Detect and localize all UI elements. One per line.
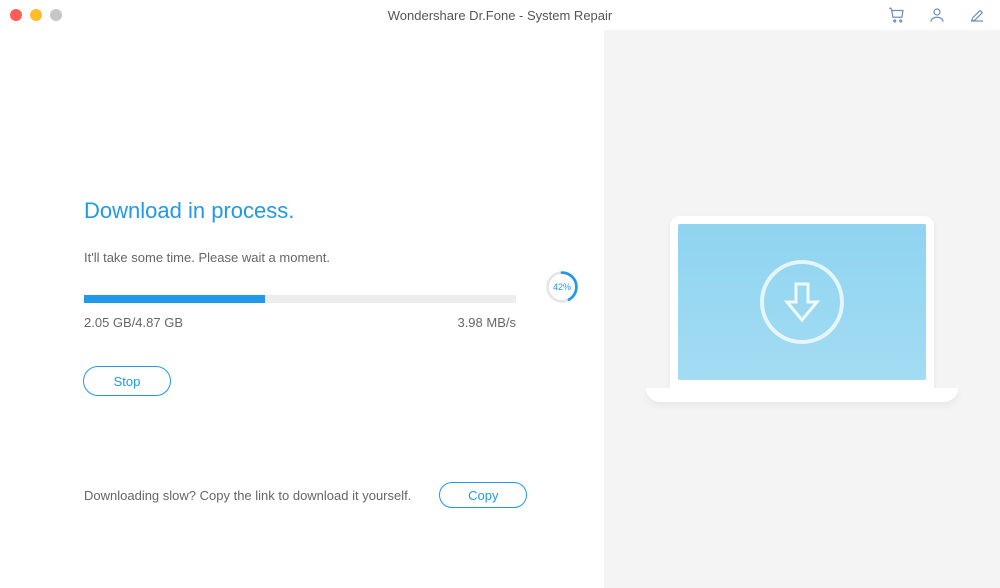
progress-fill	[84, 295, 265, 303]
progress-section: 42% 2.05 GB/4.87 GB 3.98 MB/s	[84, 295, 566, 330]
arrow-down-icon	[782, 280, 822, 324]
laptop-illustration	[646, 216, 958, 402]
progress-bar	[84, 295, 516, 303]
page-heading: Download in process.	[84, 198, 566, 224]
laptop-frame	[670, 216, 934, 388]
progress-size: 2.05 GB/4.87 GB	[84, 315, 183, 330]
page-subtext: It'll take some time. Please wait a mome…	[84, 250, 566, 265]
titlebar: Wondershare Dr.Fone - System Repair	[0, 0, 1000, 30]
stop-button[interactable]: Stop	[83, 366, 171, 396]
progress-info: 2.05 GB/4.87 GB 3.98 MB/s	[84, 315, 516, 330]
progress-percent-label: 42%	[553, 282, 571, 292]
progress-percent-ring: 42%	[544, 269, 580, 305]
footer-row: Downloading slow? Copy the link to downl…	[84, 482, 527, 508]
copy-button[interactable]: Copy	[439, 482, 527, 508]
laptop-screen	[678, 224, 926, 380]
laptop-base	[646, 388, 958, 402]
window-title: Wondershare Dr.Fone - System Repair	[388, 8, 612, 23]
window-controls	[10, 9, 62, 21]
footer-prompt: Downloading slow? Copy the link to downl…	[84, 488, 411, 503]
left-panel: Download in process. It'll take some tim…	[0, 30, 604, 588]
toolbar-right	[888, 6, 986, 24]
maximize-window-icon	[50, 9, 62, 21]
user-icon[interactable]	[928, 6, 946, 24]
right-panel	[604, 30, 1000, 588]
close-window-icon[interactable]	[10, 9, 22, 21]
minimize-window-icon[interactable]	[30, 9, 42, 21]
progress-speed: 3.98 MB/s	[457, 315, 516, 330]
download-icon	[760, 260, 844, 344]
cart-icon[interactable]	[888, 6, 906, 24]
content: Download in process. It'll take some tim…	[0, 30, 1000, 588]
edit-icon[interactable]	[968, 6, 986, 24]
